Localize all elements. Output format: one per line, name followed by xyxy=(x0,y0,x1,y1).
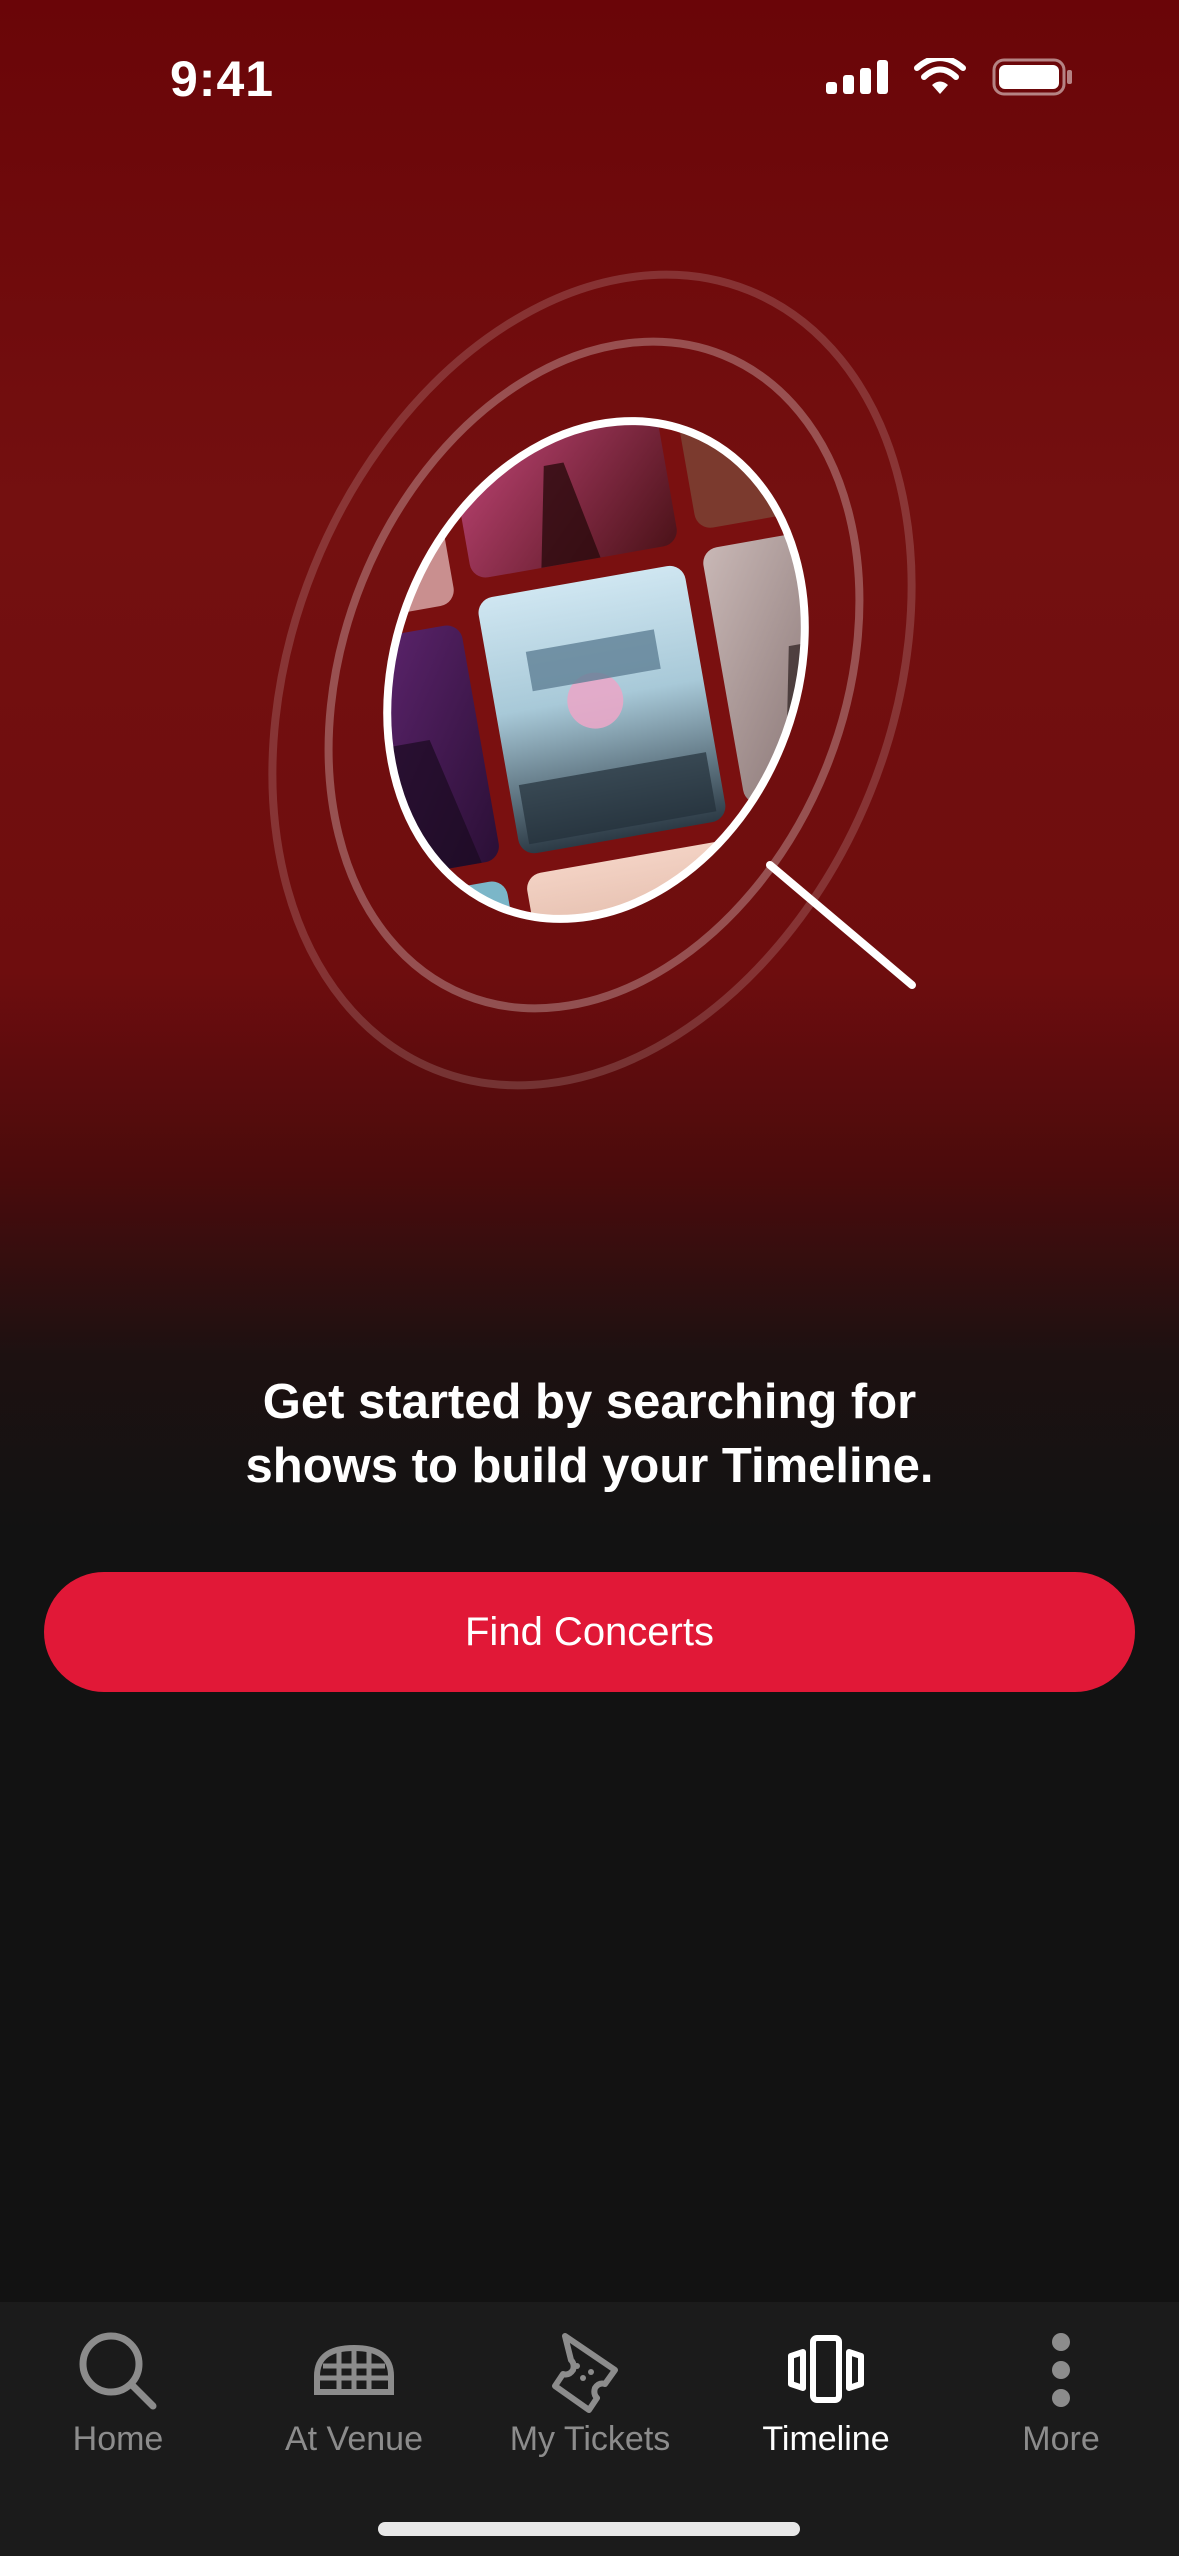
tab-more[interactable]: More xyxy=(943,2302,1179,2502)
timeline-screen: 9:41 Get started by searching for shows … xyxy=(0,0,1179,2556)
search-icon xyxy=(79,2332,157,2410)
tab-at-venue[interactable]: At Venue xyxy=(236,2302,472,2502)
tab-my-tickets[interactable]: My Tickets xyxy=(472,2302,708,2502)
tab-my-tickets-label: My Tickets xyxy=(509,2420,671,2458)
tab-home-label: Home xyxy=(72,2420,164,2458)
tab-home[interactable]: Home xyxy=(0,2302,236,2502)
home-indicator xyxy=(378,2522,800,2536)
venue-icon xyxy=(314,2344,394,2395)
message-line-2: shows to build your Timeline. xyxy=(245,1439,934,1493)
onboarding-message: Get started by searching for shows to bu… xyxy=(0,1370,1179,1498)
find-concerts-button[interactable]: Find Concerts xyxy=(44,1572,1135,1692)
wifi-icon xyxy=(914,58,966,94)
status-icons xyxy=(826,58,1074,96)
ticket-icon xyxy=(552,2333,618,2413)
timeline-icon xyxy=(788,2335,864,2403)
tab-timeline[interactable]: Timeline xyxy=(708,2302,944,2502)
more-icon xyxy=(1052,2333,1070,2407)
message-line-1: Get started by searching for xyxy=(262,1375,917,1429)
status-time: 9:41 xyxy=(170,51,275,107)
tab-bar: Home At Venue My Tickets Timeline More xyxy=(0,2302,1179,2556)
signal-icon xyxy=(826,60,888,94)
tab-at-venue-label: At Venue xyxy=(284,2420,423,2458)
tab-timeline-label: Timeline xyxy=(762,2420,890,2458)
search-illustration xyxy=(268,270,916,1090)
battery-icon xyxy=(992,58,1072,96)
tab-more-label: More xyxy=(1022,2420,1100,2458)
